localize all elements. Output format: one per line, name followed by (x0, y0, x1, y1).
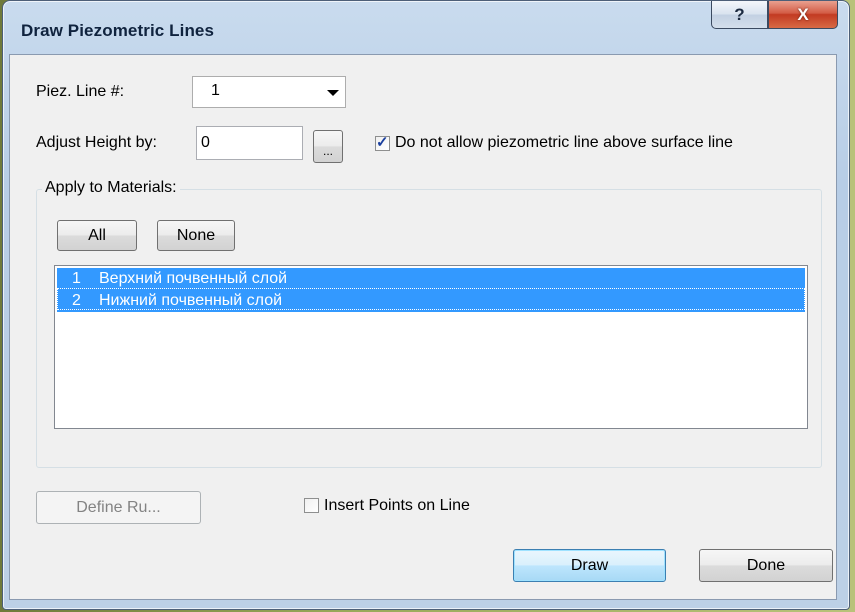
help-icon: ? (734, 4, 745, 24)
select-all-button[interactable]: All (57, 220, 137, 251)
help-button[interactable]: ? (711, 1, 768, 29)
draw-button[interactable]: Draw (513, 549, 666, 582)
chevron-down-icon[interactable] (327, 90, 339, 96)
materials-group-title: Apply to Materials: (42, 179, 180, 197)
materials-list[interactable]: 1 Верхний почвенный слой 2 Нижний почвен… (54, 265, 808, 429)
checkmark-icon: ✓ (376, 134, 389, 151)
piez-line-select[interactable]: 1 (192, 76, 346, 108)
adjust-height-value: 0 (201, 134, 210, 151)
insert-points-checkbox[interactable] (304, 498, 319, 513)
material-name: Нижний почвенный слой (99, 292, 283, 309)
adjust-height-input[interactable]: 0 (196, 126, 303, 160)
list-item[interactable]: 2 Нижний почвенный слой (57, 290, 805, 312)
material-name: Верхний почвенный слой (99, 270, 288, 287)
dialog-title: Draw Piezometric Lines (21, 21, 215, 40)
browse-button[interactable]: ... (313, 130, 343, 163)
select-none-button[interactable]: None (157, 220, 235, 251)
insert-points-label: Insert Points on Line (324, 497, 470, 514)
piez-line-label: Piez. Line #: (36, 83, 125, 100)
piez-line-value: 1 (211, 82, 220, 99)
done-button[interactable]: Done (699, 549, 833, 582)
no-above-surface-label: Do not allow piezometric line above surf… (395, 134, 733, 151)
material-number: 2 (72, 292, 81, 309)
list-item[interactable]: 1 Верхний почвенный слой (57, 268, 805, 290)
close-icon: X (797, 4, 809, 24)
material-number: 1 (72, 270, 81, 287)
no-above-surface-checkbox[interactable]: ✓ (375, 134, 390, 151)
close-button[interactable]: X (768, 1, 838, 29)
define-ru-button[interactable]: Define Ru... (36, 491, 201, 524)
adjust-height-label: Adjust Height by: (36, 134, 157, 151)
